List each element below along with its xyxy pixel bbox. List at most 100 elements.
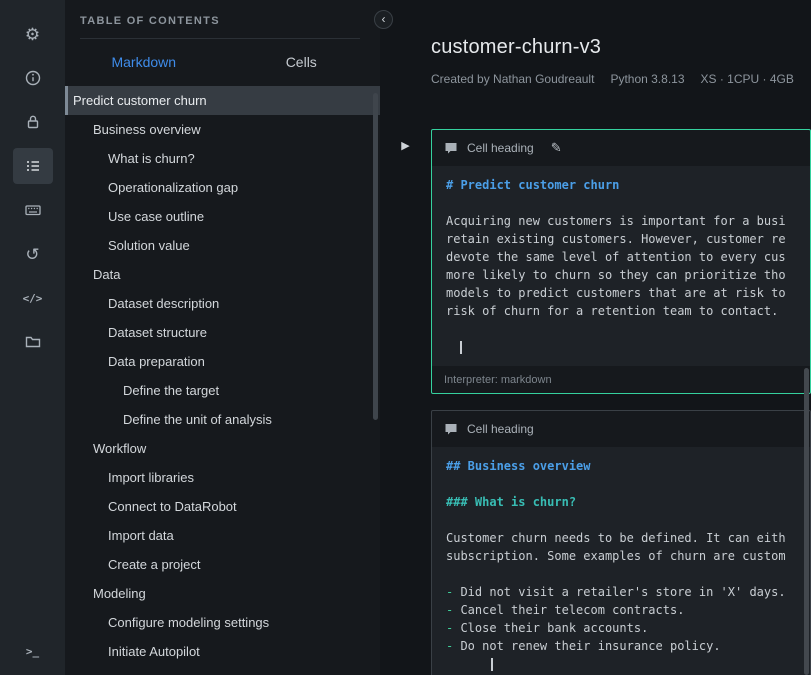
- code-line: ## Business overview: [446, 457, 810, 475]
- toc-item-import-libraries[interactable]: Import libraries: [65, 463, 380, 492]
- toc-item-initiate-autopilot[interactable]: Initiate Autopilot: [65, 637, 380, 666]
- code-line: [446, 320, 810, 338]
- cell-row: Cell heading ## Business overview ### Wh…: [380, 410, 811, 675]
- toc-item-configure-modeling-settings[interactable]: Configure modeling settings: [65, 608, 380, 637]
- cell-list: ▶ Cell heading ✎ # Predict custom: [380, 129, 811, 675]
- python-version: Python 3.8.13: [610, 72, 684, 86]
- cell-footer: Interpreter: markdown: [432, 366, 810, 393]
- code-line: ### What is churn?: [446, 493, 810, 511]
- files-button[interactable]: [13, 324, 53, 360]
- terminal-icon: >_: [26, 645, 39, 658]
- code-line: devote the same level of attention to ev…: [446, 248, 810, 266]
- code-line: [446, 511, 810, 529]
- code-line: [446, 475, 810, 493]
- toc-item-predict-customer-churn[interactable]: Predict customer churn: [65, 86, 380, 115]
- edit-heading-button[interactable]: ✎: [551, 140, 562, 156]
- icon-rail: ⚙ ↺ </>: [0, 0, 65, 675]
- code-line: - Did not visit a retailer's store in 'X…: [446, 583, 810, 601]
- toc-item-solution-value[interactable]: Solution value: [65, 231, 380, 260]
- cell-heading-label: Cell heading: [467, 422, 534, 436]
- toc-item-what-is-churn[interactable]: What is churn?: [65, 144, 380, 173]
- code-icon: </>: [23, 292, 43, 305]
- code-line: [446, 565, 810, 583]
- code-line: Acquiring new customers is important for…: [446, 212, 810, 230]
- toc-item-data[interactable]: Data: [65, 260, 380, 289]
- code-line: subscription. Some examples of churn are…: [446, 547, 810, 565]
- code-line: - Do not renew their insurance policy.: [446, 637, 810, 655]
- pencil-icon: ✎: [551, 140, 562, 155]
- gear-icon: ⚙: [25, 26, 40, 43]
- toc-item-workflow[interactable]: Workflow: [65, 434, 380, 463]
- toc-item-dataset-structure[interactable]: Dataset structure: [65, 318, 380, 347]
- code-line: more likely to churn so they can priorit…: [446, 266, 810, 284]
- code-line: - Cancel their telecom contracts.: [446, 601, 810, 619]
- collapse-panel-button[interactable]: ‹: [374, 10, 393, 29]
- markdown-cell[interactable]: Cell heading ## Business overview ### Wh…: [431, 410, 811, 675]
- cell-editor[interactable]: ## Business overview ### What is churn? …: [432, 447, 810, 675]
- code-snippets-button[interactable]: </>: [13, 280, 53, 316]
- toc-item-create-a-project[interactable]: Create a project: [65, 550, 380, 579]
- terminal-button[interactable]: >_: [13, 633, 53, 669]
- list-text: Do not renew their insurance policy.: [460, 639, 720, 653]
- settings-button[interactable]: ⚙: [13, 16, 53, 52]
- toc-item-business-overview[interactable]: Business overview: [65, 115, 380, 144]
- code-line: [446, 194, 810, 212]
- code-line: # Predict customer churn: [446, 176, 810, 194]
- created-by: Created by Nathan Goudreault: [431, 72, 594, 86]
- resources: XS · 1CPU · 4GB: [701, 72, 794, 86]
- list-icon: [24, 157, 42, 175]
- toc-panel: TABLE OF CONTENTS Markdown Cells Predict…: [65, 0, 380, 675]
- toc-item-data-preparation[interactable]: Data preparation: [65, 347, 380, 376]
- toc-item-define-unit-of-analysis[interactable]: Define the unit of analysis: [65, 405, 380, 434]
- list-text: Close their bank accounts.: [460, 621, 648, 635]
- main-scrollbar[interactable]: [804, 368, 809, 675]
- table-of-contents-button[interactable]: [13, 148, 53, 184]
- code-line: [446, 338, 810, 356]
- toc-item-use-case-outline[interactable]: Use case outline: [65, 202, 380, 231]
- info-icon: [24, 69, 42, 87]
- play-icon: ▶: [401, 140, 409, 152]
- folder-icon: [24, 333, 42, 351]
- toc-scrollbar[interactable]: [373, 93, 378, 420]
- toc-item-import-data[interactable]: Import data: [65, 521, 380, 550]
- toc-item-define-the-target[interactable]: Define the target: [65, 376, 380, 405]
- info-button[interactable]: [13, 60, 53, 96]
- privacy-button[interactable]: [13, 104, 53, 140]
- notebook-main: customer-churn-v3 Created by Nathan Goud…: [380, 0, 811, 675]
- toc-item-dataset-description[interactable]: Dataset description: [65, 289, 380, 318]
- toc-tabs: Markdown Cells: [65, 39, 380, 83]
- list-marker: -: [446, 603, 460, 617]
- cell-editor[interactable]: # Predict customer churn Acquiring new c…: [432, 166, 810, 366]
- history-icon: ↺: [25, 246, 39, 263]
- interpreter-label: Interpreter: markdown: [444, 374, 552, 386]
- comment-bubble-icon: [444, 141, 458, 155]
- cell-gutter: [380, 410, 431, 675]
- markdown-cell[interactable]: Cell heading ✎ # Predict customer churn …: [431, 129, 811, 394]
- list-marker: -: [446, 585, 460, 599]
- list-marker: -: [446, 639, 460, 653]
- keyboard-shortcuts-button[interactable]: [13, 192, 53, 228]
- code-line: Customer churn needs to be defined. It c…: [446, 529, 810, 547]
- notebook-app: ⚙ ↺ </>: [0, 0, 811, 675]
- history-button[interactable]: ↺: [13, 236, 53, 272]
- toc-item-modeling[interactable]: Modeling: [65, 579, 380, 608]
- run-cell-button[interactable]: ▶: [401, 141, 409, 152]
- tab-cells[interactable]: Cells: [223, 54, 381, 70]
- list-text: Cancel their telecom contracts.: [460, 603, 684, 617]
- comment-bubble-icon: [444, 422, 458, 436]
- toc-title: TABLE OF CONTENTS: [80, 0, 360, 39]
- code-line: - Close their bank accounts.: [446, 619, 810, 637]
- list-text: Did not visit a retailer's store in 'X' …: [460, 585, 785, 599]
- cell-header: Cell heading ✎: [432, 130, 810, 166]
- code-line: models to predict customers that are at …: [446, 284, 810, 302]
- cell-row: ▶ Cell heading ✎ # Predict custom: [380, 129, 811, 394]
- tab-markdown[interactable]: Markdown: [65, 54, 223, 70]
- list-marker: -: [446, 621, 460, 635]
- text-cursor: [491, 658, 493, 671]
- notebook-meta: Created by Nathan Goudreault Python 3.8.…: [431, 72, 811, 86]
- keyboard-icon: [24, 201, 42, 219]
- toc-item-connect-to-datarobot[interactable]: Connect to DataRobot: [65, 492, 380, 521]
- toc-item-operationalization-gap[interactable]: Operationalization gap: [65, 173, 380, 202]
- code-line: [446, 655, 810, 673]
- toc-tree: Predict customer churn Business overview…: [65, 86, 380, 666]
